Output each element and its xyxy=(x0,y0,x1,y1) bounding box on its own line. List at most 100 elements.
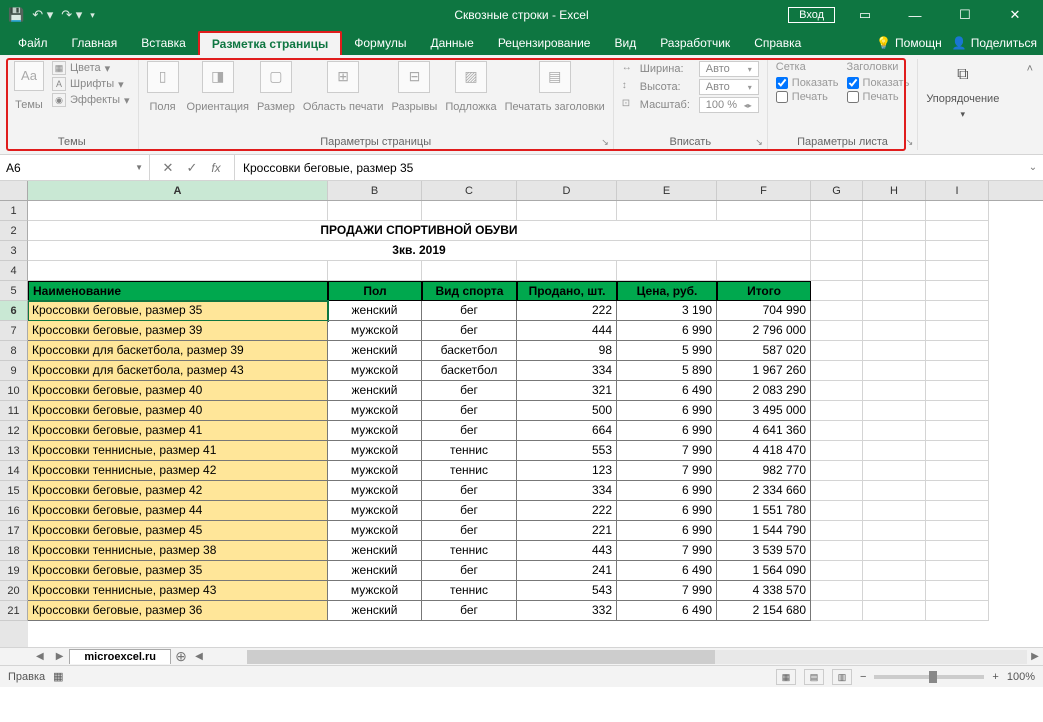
cell[interactable] xyxy=(863,281,926,301)
cell[interactable] xyxy=(926,261,989,281)
row-header[interactable]: 18 xyxy=(0,541,28,561)
cell[interactable]: Итого xyxy=(717,281,811,301)
cell[interactable]: 222 xyxy=(517,301,617,321)
cell[interactable]: 3 495 000 xyxy=(717,401,811,421)
row-headers[interactable]: 123456789101112131415161718192021 xyxy=(0,201,28,665)
cell[interactable]: 2 154 680 xyxy=(717,601,811,621)
cell[interactable]: мужской xyxy=(328,521,422,541)
tab-review[interactable]: Рецензирование xyxy=(486,32,603,54)
cell[interactable] xyxy=(926,381,989,401)
zoom-in-button[interactable]: + xyxy=(992,671,998,683)
cell[interactable]: 1 967 260 xyxy=(717,361,811,381)
cell[interactable]: мужской xyxy=(328,401,422,421)
row-header[interactable]: 1 xyxy=(0,201,28,221)
headings-print-checkbox[interactable]: Печать xyxy=(847,91,910,103)
colors-button[interactable]: ▦Цвета ▾ xyxy=(52,61,130,75)
cell[interactable]: 221 xyxy=(517,521,617,541)
cell[interactable] xyxy=(811,301,863,321)
cell[interactable] xyxy=(811,421,863,441)
cell[interactable]: бег xyxy=(422,321,517,341)
cell[interactable]: 1 564 090 xyxy=(717,561,811,581)
cell[interactable] xyxy=(811,241,863,261)
cell[interactable]: 7 990 xyxy=(617,441,717,461)
cell[interactable]: мужской xyxy=(328,421,422,441)
column-header[interactable]: A xyxy=(28,181,328,200)
cell[interactable]: теннис xyxy=(422,541,517,561)
cell[interactable] xyxy=(811,601,863,621)
scroll-left-icon[interactable]: ◀ xyxy=(191,651,207,662)
qat-dropdown-icon[interactable]: ▾ xyxy=(90,10,95,21)
effects-button[interactable]: ◉Эффекты ▾ xyxy=(52,93,130,107)
tell-me-button[interactable]: 💡 Помощн xyxy=(876,36,942,50)
cell[interactable] xyxy=(811,481,863,501)
collapse-ribbon-icon[interactable]: ˄ xyxy=(1023,59,1037,150)
cell[interactable]: Кроссовки беговые, размер 39 xyxy=(28,321,328,341)
cell[interactable] xyxy=(863,541,926,561)
cell[interactable] xyxy=(811,541,863,561)
cell[interactable]: женский xyxy=(328,341,422,361)
cell[interactable]: женский xyxy=(328,301,422,321)
row-header[interactable]: 19 xyxy=(0,561,28,581)
cell[interactable]: 98 xyxy=(517,341,617,361)
arrange-button[interactable]: ⧉ Упорядочение ▾ xyxy=(926,61,999,120)
cell[interactable] xyxy=(863,221,926,241)
cell[interactable]: бег xyxy=(422,421,517,441)
zoom-slider[interactable] xyxy=(874,675,984,679)
headings-show-checkbox[interactable]: Показать xyxy=(847,77,910,89)
cell[interactable]: Кроссовки беговые, размер 41 xyxy=(28,421,328,441)
column-headers[interactable]: ABCDEFGHI xyxy=(28,181,1043,201)
cell[interactable] xyxy=(863,441,926,461)
cell[interactable]: мужской xyxy=(328,441,422,461)
cell[interactable] xyxy=(811,401,863,421)
cell[interactable] xyxy=(926,361,989,381)
cell[interactable]: Кроссовки для баскетбола, размер 43 xyxy=(28,361,328,381)
cell[interactable]: 334 xyxy=(517,481,617,501)
close-icon[interactable]: ✕ xyxy=(995,7,1035,23)
cell[interactable]: Кроссовки беговые, размер 45 xyxy=(28,521,328,541)
cell[interactable] xyxy=(863,301,926,321)
cell[interactable]: бег xyxy=(422,481,517,501)
cell[interactable] xyxy=(863,201,926,221)
cell[interactable]: 6 990 xyxy=(617,421,717,441)
cell[interactable]: 5 890 xyxy=(617,361,717,381)
cell[interactable] xyxy=(422,261,517,281)
gridlines-print-checkbox[interactable]: Печать xyxy=(776,91,839,103)
scale-height-row[interactable]: ↕Высота:Авто▾ xyxy=(622,79,759,95)
cell[interactable] xyxy=(926,201,989,221)
cell[interactable]: 4 641 360 xyxy=(717,421,811,441)
cell[interactable] xyxy=(863,561,926,581)
cell[interactable] xyxy=(863,521,926,541)
cell[interactable]: 332 xyxy=(517,601,617,621)
cell[interactable]: женский xyxy=(328,601,422,621)
tab-insert[interactable]: Вставка xyxy=(129,32,198,54)
cell[interactable] xyxy=(863,321,926,341)
cell[interactable] xyxy=(811,441,863,461)
scale-width-row[interactable]: ↔Ширина:Авто▾ xyxy=(622,61,759,77)
cancel-icon[interactable]: ✕ xyxy=(156,160,180,176)
tab-view[interactable]: Вид xyxy=(602,32,648,54)
cell[interactable]: мужской xyxy=(328,501,422,521)
cell[interactable] xyxy=(811,521,863,541)
row-header[interactable]: 7 xyxy=(0,321,28,341)
cell[interactable]: 664 xyxy=(517,421,617,441)
themes-button[interactable]: Aa Темы xyxy=(14,61,44,117)
fx-icon[interactable]: fx xyxy=(204,161,228,175)
cell[interactable]: мужской xyxy=(328,361,422,381)
tab-data[interactable]: Данные xyxy=(418,32,485,54)
cell[interactable]: 6 990 xyxy=(617,521,717,541)
column-header[interactable]: H xyxy=(863,181,926,200)
column-header[interactable]: G xyxy=(811,181,863,200)
column-header[interactable]: I xyxy=(926,181,989,200)
cell[interactable]: бег xyxy=(422,381,517,401)
cell[interactable]: 982 770 xyxy=(717,461,811,481)
cell[interactable] xyxy=(926,561,989,581)
cell[interactable]: Кроссовки беговые, размер 44 xyxy=(28,501,328,521)
cell[interactable]: мужской xyxy=(328,461,422,481)
cell[interactable]: 3 539 570 xyxy=(717,541,811,561)
cell[interactable]: Кроссовки беговые, размер 36 xyxy=(28,601,328,621)
cell[interactable]: ПРОДАЖИ СПОРТИВНОЙ ОБУВИ xyxy=(28,221,811,241)
column-header[interactable]: F xyxy=(717,181,811,200)
cell-grid[interactable]: ПРОДАЖИ СПОРТИВНОЙ ОБУВИ3кв. 2019Наимено… xyxy=(28,201,1043,665)
minimize-icon[interactable]: — xyxy=(895,8,935,23)
tab-page-layout[interactable]: Разметка страницы xyxy=(198,31,342,55)
